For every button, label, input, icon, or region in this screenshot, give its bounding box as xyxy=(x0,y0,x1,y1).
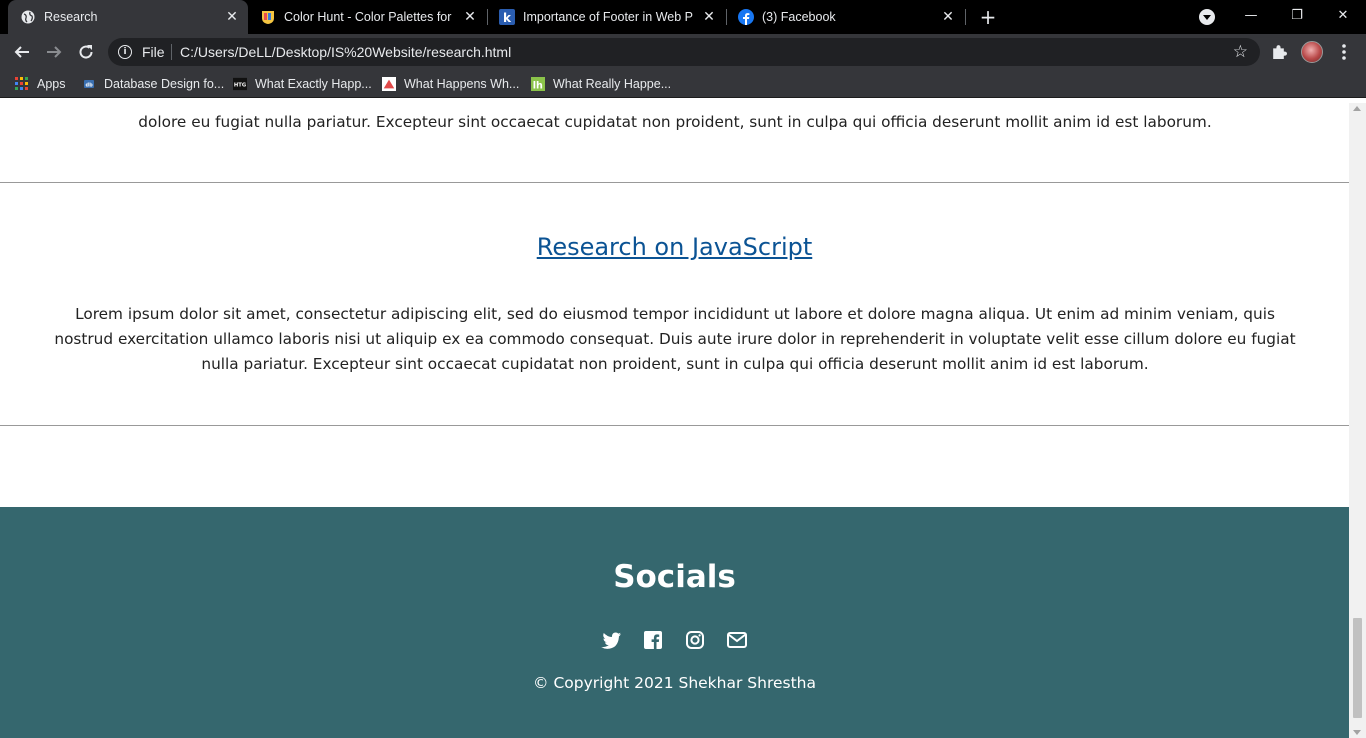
tab-research[interactable]: Research ✕ xyxy=(8,0,248,34)
footer-title: Socials xyxy=(613,559,736,595)
tab-search-icon[interactable] xyxy=(1199,9,1215,25)
apps-grid-icon xyxy=(15,77,29,91)
svg-text:lh: lh xyxy=(533,80,543,91)
svg-text:db: db xyxy=(86,83,94,89)
section-heading-link[interactable]: Research on JavaScript xyxy=(0,233,1349,261)
scroll-down-arrow-icon[interactable] xyxy=(1353,730,1361,735)
previous-section-paragraph-tail: dolore eu fugiat nulla pariatur. Excepte… xyxy=(138,113,1212,131)
tab-facebook[interactable]: (3) Facebook ✕ xyxy=(726,0,964,34)
bookmark-what-exactly[interactable]: HTG What Exactly Happ... xyxy=(233,76,372,92)
scrollbar-thumb[interactable] xyxy=(1353,618,1362,718)
minimize-button[interactable]: — xyxy=(1228,0,1274,30)
tab-title: Research xyxy=(44,10,98,24)
url-text[interactable]: C:/Users/DeLL/Desktop/IS%20Website/resea… xyxy=(180,44,511,60)
svg-text:HTG: HTG xyxy=(234,83,246,89)
close-tab-icon[interactable]: ✕ xyxy=(701,9,717,25)
bookmark-label: Database Design fo... xyxy=(104,77,225,91)
copyright-text: © Copyright 2021 Shekhar Shrestha xyxy=(533,674,816,692)
close-tab-icon[interactable]: ✕ xyxy=(224,9,240,25)
bookmark-label: What Really Happe... xyxy=(553,77,672,91)
profile-avatar[interactable] xyxy=(1301,41,1323,63)
menu-dots-icon[interactable] xyxy=(1336,43,1352,61)
bookmarks-bar: Apps db Database Design fo... HTG What E… xyxy=(0,70,1366,98)
address-bar[interactable]: i File C:/Users/DeLL/Desktop/IS%20Websit… xyxy=(108,38,1260,66)
tab-title: Importance of Footer in Web Pag xyxy=(523,10,693,24)
browser-toolbar: i File C:/Users/DeLL/Desktop/IS%20Websit… xyxy=(0,34,1366,70)
facebook-icon[interactable] xyxy=(643,630,663,650)
color-hunt-icon xyxy=(260,9,276,25)
tab-title: (3) Facebook xyxy=(762,10,836,24)
tab-divider xyxy=(965,9,966,25)
bookmark-label: What Happens Wh... xyxy=(404,77,520,91)
db-icon: db xyxy=(82,77,96,91)
htg-icon: HTG xyxy=(233,77,247,91)
page-viewport: dolore eu fugiat nulla pariatur. Excepte… xyxy=(0,103,1349,738)
globe-icon xyxy=(20,9,36,25)
section-divider xyxy=(0,425,1349,426)
k-logo-icon: k xyxy=(499,9,515,25)
bookmark-database-design[interactable]: db Database Design fo... xyxy=(82,76,224,92)
page-footer: Socials © Copyright 2021 Shekhar Shresth… xyxy=(0,507,1349,738)
bookmark-label: What Exactly Happ... xyxy=(255,77,372,91)
reload-icon[interactable] xyxy=(74,40,98,64)
triangle-icon xyxy=(382,77,396,91)
close-window-button[interactable]: ✕ xyxy=(1320,0,1366,30)
back-icon[interactable] xyxy=(10,40,34,64)
restore-button[interactable]: ❐ xyxy=(1274,0,1320,30)
extensions-icon[interactable] xyxy=(1270,43,1287,64)
bookmark-apps[interactable]: Apps xyxy=(15,76,66,92)
bookmark-star-icon[interactable]: ☆ xyxy=(1233,42,1248,62)
bookmark-what-really[interactable]: lh What Really Happe... xyxy=(531,76,671,92)
lh-icon: lh xyxy=(531,77,545,91)
tab-strip: Research ✕ Color Hunt - Color Palettes f… xyxy=(0,0,1366,34)
close-tab-icon[interactable]: ✕ xyxy=(940,9,956,25)
email-icon[interactable] xyxy=(727,630,747,650)
facebook-logo-icon xyxy=(738,9,754,25)
instagram-icon[interactable] xyxy=(685,630,705,650)
omnibox-divider xyxy=(171,44,172,60)
close-tab-icon[interactable]: ✕ xyxy=(462,9,478,25)
info-icon[interactable]: i xyxy=(118,45,132,59)
section-divider xyxy=(0,182,1349,183)
tab-footer-article[interactable]: k Importance of Footer in Web Pag ✕ xyxy=(487,0,725,34)
bookmark-label: Apps xyxy=(37,77,66,91)
tab-title: Color Hunt - Color Palettes for De xyxy=(284,10,454,24)
bookmark-what-happens[interactable]: What Happens Wh... xyxy=(382,76,519,92)
svg-text:k: k xyxy=(503,11,512,25)
forward-icon[interactable] xyxy=(42,40,66,64)
section-paragraph: Lorem ipsum dolor sit amet, consectetur … xyxy=(54,305,1296,373)
url-scheme: File xyxy=(142,44,165,60)
new-tab-button[interactable]: + xyxy=(976,5,1000,29)
twitter-icon[interactable] xyxy=(601,630,621,650)
page-scrollbar[interactable] xyxy=(1349,103,1366,738)
scroll-up-arrow-icon[interactable] xyxy=(1353,106,1361,111)
tab-color-hunt[interactable]: Color Hunt - Color Palettes for De ✕ xyxy=(248,0,486,34)
